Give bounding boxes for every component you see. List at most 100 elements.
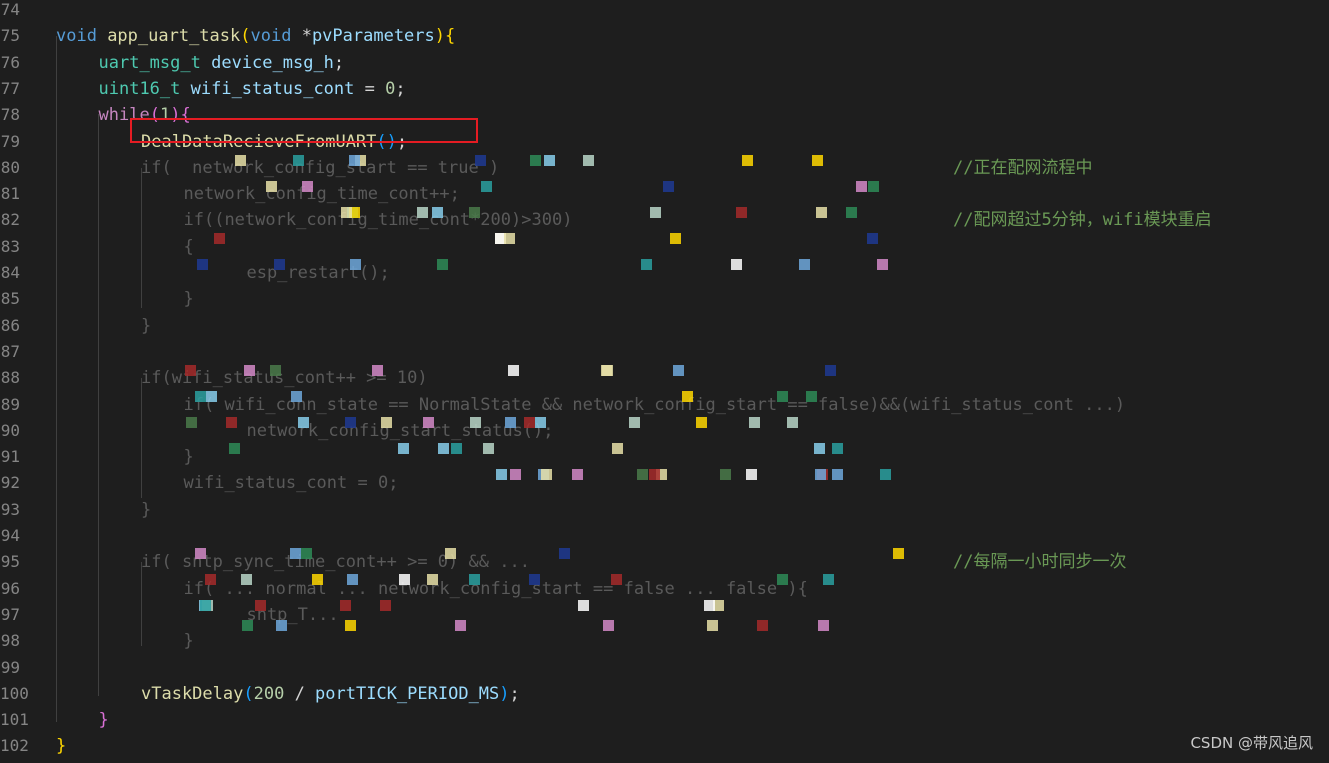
redaction-pixel [544,155,555,166]
line-number: 100 [0,683,29,703]
redaction-pixel [846,207,857,218]
redaction-pixel [650,207,661,218]
redaction-pixel [483,443,494,454]
line-number: 99 [0,657,20,677]
redaction-pixel [649,469,660,480]
redaction-pixel [470,417,481,428]
code-line[interactable]: 98} [0,628,1329,654]
code-line[interactable]: 82 if((network_config_time_cont*200)>300)… [0,207,1329,233]
code-line[interactable]: 94 [0,523,1329,549]
code-token: } [141,315,152,336]
line-number: 95 [0,552,20,572]
redaction-pixel [290,548,301,559]
code-line[interactable]: 76 uart_msg_t device_msg_h; [0,50,1329,76]
code-line[interactable]: 99 [0,655,1329,681]
redaction-pixel [417,207,428,218]
line-number: 82 [0,210,20,230]
code-line[interactable]: 101} [0,707,1329,733]
redaction-pixel [293,155,304,166]
code-line[interactable]: 80 if( network_config_start == true ) //正在… [0,155,1329,181]
line-number: 98 [0,631,20,651]
code-token: ; [449,184,460,205]
code-token: 0 [385,78,396,99]
code-token: if( wifi_conn_state == NormalState && ne… [183,394,1126,415]
redaction-pixel [226,417,237,428]
code-token: app_uart_task [107,26,241,47]
code-token: pvParameters [311,26,435,47]
redaction-pixel [818,620,829,631]
redaction-pixel [229,443,240,454]
code-line[interactable]: 77 uint16_t wifi_status_cont = 0; [0,76,1329,102]
redaction-pixel [815,469,826,480]
redaction-pixel [720,469,731,480]
redaction-pixel [707,620,718,631]
redaction-pixel [572,469,583,480]
code-line[interactable]: 75 void app_uart_task(void *pvParameters)… [0,23,1329,49]
line-number: 87 [0,341,20,361]
redaction-pixel [350,259,361,270]
code-text: { [184,234,194,260]
redaction-pixel [893,548,904,559]
code-line[interactable]: 102} [0,733,1329,759]
redaction-pixel [704,600,715,611]
line-number: 86 [0,315,20,335]
redaction-pixel [541,469,552,480]
code-line[interactable]: 83 { [0,234,1329,260]
code-comment: //每隔一小时同步一次 [953,552,1127,573]
line-number: 77 [0,78,20,98]
line-number: 91 [0,447,20,467]
line-number: 96 [0,578,20,598]
code-token: wifi_status_cont [190,78,355,99]
code-editor[interactable]: 74 75 void app_uart_task(void *pvParameter… [0,0,1329,763]
redaction-pixel [510,469,521,480]
code-text: } [184,628,194,654]
redaction-pixel [696,417,707,428]
code-line[interactable]: 85} [0,286,1329,312]
line-number: 76 [0,52,20,72]
redaction-pixel [242,620,253,631]
redaction-pixel [629,417,640,428]
redaction-pixel [806,391,817,402]
redaction-pixel [736,207,747,218]
redaction-pixel [206,391,217,402]
code-line[interactable]: 100 vTaskDelay(200 / portTICK_PERIOD_MS); [0,681,1329,707]
line-number: 93 [0,499,20,519]
redaction-pixel [276,620,287,631]
code-line[interactable]: 90 network_config_start_status(); [0,418,1329,444]
code-token: esp_restart(); [226,263,390,283]
redaction-pixel [673,365,684,376]
redaction-pixel [682,391,693,402]
code-line[interactable]: 91} [0,444,1329,470]
code-line[interactable]: 74 [0,0,1329,23]
redaction-pixel [812,155,823,166]
redaction-pixel [757,620,768,631]
code-line[interactable]: 86} [0,313,1329,339]
redaction-pixel [255,600,266,611]
code-text: if( ... normal ... network_config_start … [184,576,808,602]
code-line[interactable]: 96 if( ... normal ... network_config_star… [0,576,1329,602]
code-text: } [141,313,151,339]
redaction-pixel [200,600,211,611]
redaction-pixel [235,155,246,166]
code-line[interactable]: 88 if(wifi_status_cont++ >= 10) [0,365,1329,391]
redaction-pixel [856,181,867,192]
redaction-pixel [880,469,891,480]
redaction-pixel [195,548,206,559]
redaction-pixel [266,181,277,192]
redaction-pixel [641,259,652,270]
redaction-pixel [427,574,438,585]
code-token: ) [434,26,446,47]
redaction-pixel [438,443,449,454]
code-comment: //正在配网流程中 [953,157,1093,178]
redaction-pixel [399,574,410,585]
code-line[interactable]: 93} [0,497,1329,523]
code-token: void [56,26,108,47]
line-number: 88 [0,368,20,388]
redaction-pixel [301,548,312,559]
redaction-pixel [578,600,589,611]
redaction-pixel [381,417,392,428]
redaction-pixel [423,417,434,428]
redaction-pixel [214,233,225,244]
redaction-pixel [340,600,351,611]
code-line[interactable]: 87 [0,339,1329,365]
